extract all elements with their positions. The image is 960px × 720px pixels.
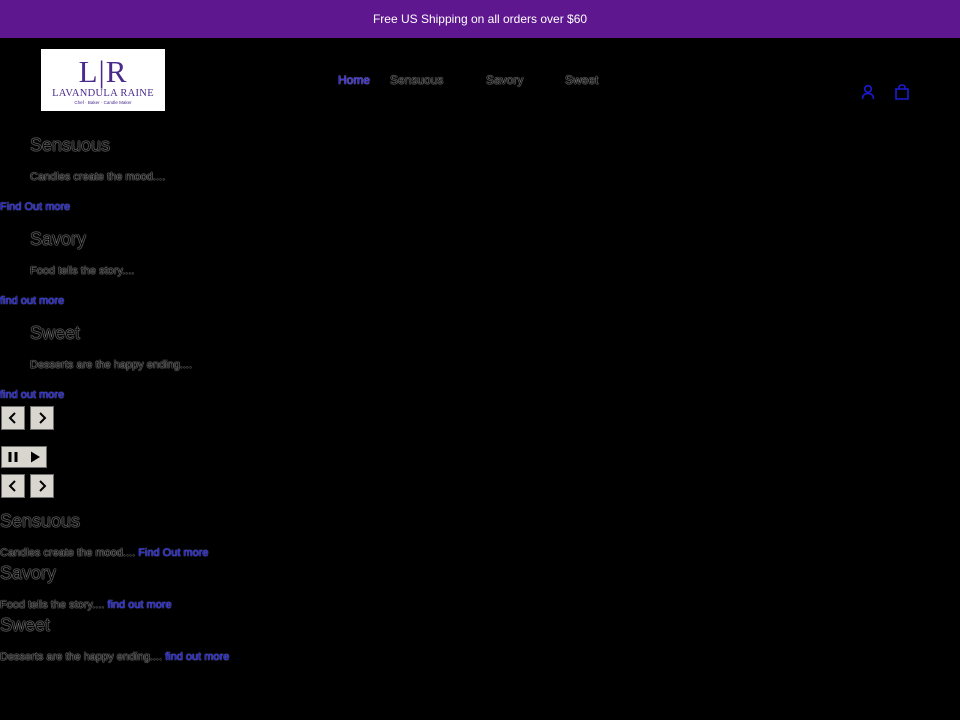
slide-title-savory: Savory — [30, 229, 87, 249]
chevron-right-icon — [39, 412, 47, 424]
nav-home[interactable]: Home — [338, 73, 370, 87]
chevron-left-icon — [8, 480, 16, 492]
announcement-bar: Free US Shipping on all orders over $60 — [0, 0, 960, 38]
slideshow-play-pause-button[interactable] — [1, 446, 47, 468]
list-link-sensuous[interactable]: Find Out more — [138, 547, 208, 559]
slide-link-sweet[interactable]: find out more — [0, 389, 64, 402]
list-item-sweet: Desserts are the happy ending.... find o… — [0, 651, 229, 664]
list-link-savory[interactable]: find out more — [107, 599, 171, 611]
slideshow-next-button[interactable] — [30, 406, 54, 430]
nav-savory[interactable]: Savory — [486, 73, 523, 87]
account-icon[interactable] — [859, 83, 877, 101]
logo-monogram: L|R — [78, 54, 128, 89]
list-link-sweet[interactable]: find out more — [165, 651, 229, 663]
chevron-left-icon — [8, 412, 16, 424]
slide-text-sweet: Desserts are the happy ending.... — [30, 359, 193, 371]
list-text-savory: Food tells the story.... — [0, 599, 108, 611]
list-title-sensuous: Sensuous — [0, 511, 81, 531]
list-item-sensuous: Candles create the mood.... Find Out mor… — [0, 547, 209, 560]
list-text-sweet: Desserts are the happy ending.... — [0, 651, 166, 663]
list-item-savory: Food tells the story.... find out more — [0, 599, 172, 612]
logo-name: LAVANDULA RAINE — [52, 88, 154, 99]
logo-tagline: Chef · Baker · Candle Maker — [74, 100, 132, 105]
slider-prev-button[interactable] — [1, 474, 25, 498]
slide-title-sweet: Sweet — [30, 323, 81, 343]
slideshow-prev-button[interactable] — [1, 406, 25, 430]
chevron-right-icon — [39, 480, 47, 492]
nav-sensuous[interactable]: Sensuous — [390, 73, 443, 87]
cart-icon[interactable] — [893, 83, 911, 101]
slide-link-sensuous[interactable]: Find Out more — [0, 201, 70, 214]
nav-sweet[interactable]: Sweet — [565, 73, 598, 87]
announcement-text: Free US Shipping on all orders over $60 — [372, 12, 588, 26]
pause-icon — [8, 452, 18, 462]
slide-text-sensuous: Candles create the mood.... — [30, 171, 166, 183]
list-title-savory: Savory — [0, 563, 57, 583]
slide-link-savory[interactable]: find out more — [0, 295, 64, 308]
list-text-sensuous: Candles create the mood.... — [0, 547, 139, 559]
slide-text-savory: Food tells the story.... — [30, 265, 135, 277]
play-icon — [31, 451, 40, 463]
slider-next-button[interactable] — [30, 474, 54, 498]
list-title-sweet: Sweet — [0, 615, 51, 635]
slide-title-sensuous: Sensuous — [30, 135, 111, 155]
site-logo[interactable]: L|R LAVANDULA RAINE Chef · Baker · Candl… — [41, 49, 165, 111]
